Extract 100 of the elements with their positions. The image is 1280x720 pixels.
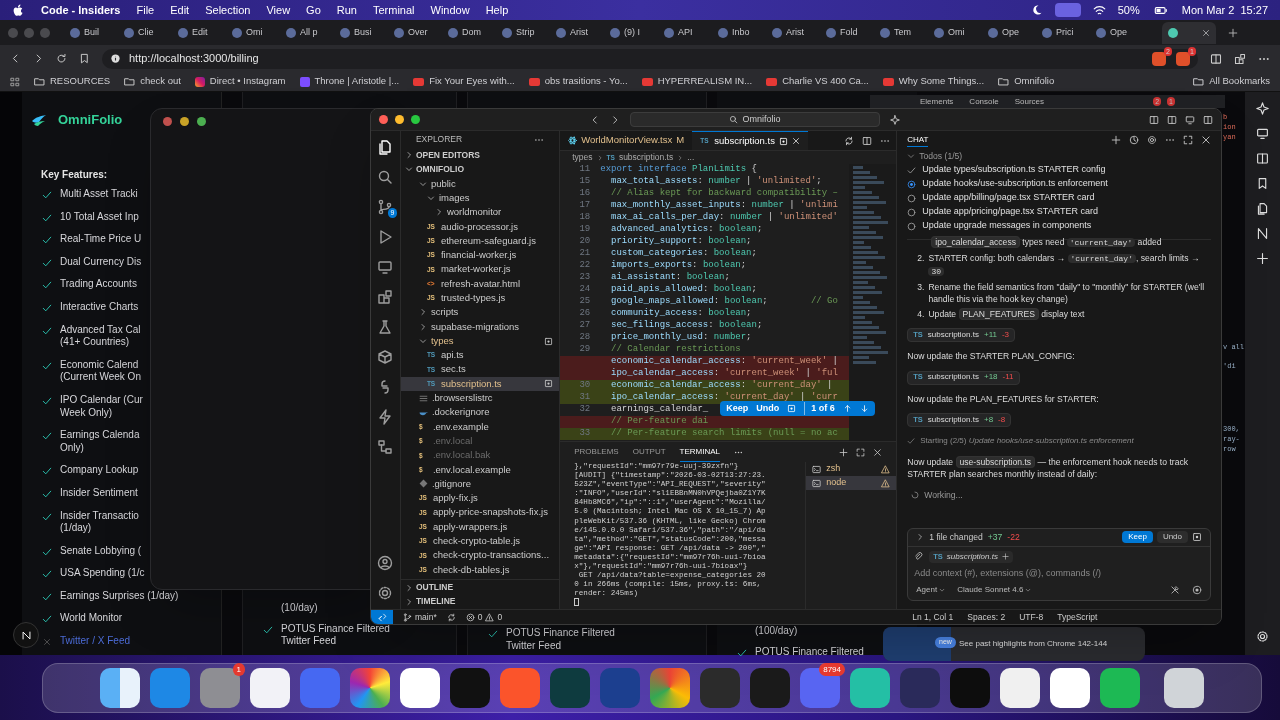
- sidebar-icon[interactable]: [1210, 52, 1222, 65]
- back-icon[interactable]: [590, 114, 600, 125]
- browser-tab[interactable]: [1162, 21, 1216, 44]
- bookmark-icon[interactable]: [1256, 177, 1269, 190]
- mode-dropdown[interactable]: Agent: [916, 584, 946, 596]
- explorer-icon[interactable]: [377, 139, 394, 155]
- devtools-tab[interactable]: Elements: [920, 96, 954, 107]
- app-icon[interactable]: [100, 668, 140, 708]
- bookmark-item[interactable]: RESOURCES: [34, 74, 111, 89]
- tree-item[interactable]: public: [400, 176, 560, 191]
- branch-indicator[interactable]: main*: [403, 610, 437, 624]
- sync-icon[interactable]: [446, 612, 456, 622]
- app-menu[interactable]: Code - Insiders: [41, 1, 121, 19]
- sparkle-icon[interactable]: [1256, 102, 1269, 115]
- browser-tab[interactable]: Strip: [496, 21, 550, 44]
- tree-item[interactable]: worldmonitor: [400, 205, 560, 220]
- browser-tab[interactable]: Prici: [1036, 21, 1090, 44]
- browser-tab[interactable]: Busi: [334, 21, 388, 44]
- moon-icon[interactable]: [1030, 4, 1043, 16]
- bookmark-item[interactable]: check out: [124, 74, 181, 89]
- diagram-icon[interactable]: [377, 439, 394, 455]
- new-terminal-icon[interactable]: [839, 447, 849, 457]
- box-icon[interactable]: [377, 349, 394, 365]
- terminal-item[interactable]: node: [806, 476, 897, 490]
- apple-icon[interactable]: [12, 3, 25, 17]
- screen-icon[interactable]: [1256, 127, 1269, 140]
- menu-item[interactable]: Window: [430, 1, 470, 19]
- reload-icon[interactable]: [56, 53, 67, 64]
- undo-button[interactable]: Undo: [756, 401, 780, 416]
- menu-item[interactable]: Go: [306, 1, 321, 19]
- tree-item[interactable]: .dockerignore: [400, 405, 560, 420]
- terminal-item[interactable]: zsh: [806, 462, 897, 476]
- section-header[interactable]: OPEN EDITORS: [400, 148, 560, 163]
- history-icon[interactable]: [1129, 135, 1139, 145]
- breadcrumb-item[interactable]: types: [572, 151, 593, 164]
- menu-item[interactable]: Terminal: [372, 1, 415, 19]
- tree-item[interactable]: types: [400, 333, 560, 349]
- remote-icon[interactable]: [377, 259, 394, 275]
- brand-name[interactable]: OmniFolio: [58, 109, 123, 130]
- browser-tab[interactable]: Dom: [442, 21, 496, 44]
- app-icon[interactable]: [1000, 668, 1040, 708]
- app-icon[interactable]: [1050, 668, 1090, 708]
- tree-item[interactable]: .gitignore: [400, 476, 560, 492]
- devtools-tab[interactable]: Sources: [1014, 96, 1045, 107]
- keep-button[interactable]: Keep: [1122, 531, 1153, 543]
- attach-icon[interactable]: [914, 552, 924, 561]
- run-debug-icon[interactable]: [377, 229, 394, 245]
- app-icon[interactable]: [350, 668, 390, 708]
- bookmark-item[interactable]: HYPERREALISM IN...: [641, 74, 753, 89]
- send-icon[interactable]: [1192, 585, 1202, 595]
- section-header[interactable]: OMNIFOLIO: [400, 162, 560, 177]
- new-tab-icon[interactable]: [1228, 27, 1238, 38]
- previous-icon[interactable]: [842, 404, 852, 413]
- panel-icon[interactable]: [1185, 114, 1195, 125]
- diff-icon[interactable]: [1192, 532, 1202, 542]
- settings-icon[interactable]: [377, 585, 394, 601]
- clock[interactable]: Mon Mar 2 15:27: [1181, 1, 1268, 19]
- bookmark-item[interactable]: Why Some Things...: [882, 74, 985, 89]
- bookmark-item[interactable]: Direct • Instagram: [194, 74, 286, 89]
- browser-tab[interactable]: Ope: [1090, 21, 1144, 44]
- menu-item[interactable]: Run: [336, 1, 357, 19]
- tree-item[interactable]: .browserslistrc: [400, 391, 560, 406]
- browser-tab[interactable]: Edit: [172, 21, 226, 44]
- app-icon[interactable]: [400, 668, 440, 708]
- browser-tab[interactable]: Clie: [118, 21, 172, 44]
- bookmark-item[interactable]: Fix Your Eyes with...: [413, 74, 515, 89]
- browser-tab[interactable]: Omi: [928, 21, 982, 44]
- control-icon[interactable]: [1054, 3, 1081, 17]
- command-center[interactable]: Omnifolio: [630, 112, 880, 127]
- tree-item[interactable]: scripts: [400, 305, 560, 320]
- status-item[interactable]: Spaces: 2: [967, 610, 1006, 624]
- browser-tab[interactable]: Inbo: [712, 21, 766, 44]
- extension-icon[interactable]: [1152, 51, 1166, 66]
- maximize-icon[interactable]: [1183, 135, 1193, 145]
- remote-indicator[interactable]: [371, 610, 393, 624]
- devtools-tab[interactable]: Console: [969, 96, 999, 107]
- browser-tab[interactable]: Fold: [820, 21, 874, 44]
- browser-tab[interactable]: (9) I: [604, 21, 658, 44]
- breadcrumb-item[interactable]: subscription.ts: [618, 151, 674, 164]
- chevron-icon[interactable]: [916, 533, 925, 541]
- breadcrumb-item[interactable]: ...: [687, 151, 695, 164]
- bookmark-item[interactable]: All Bookmarks: [1193, 74, 1270, 89]
- panel-tab[interactable]: TERMINAL: [679, 442, 721, 462]
- status-item[interactable]: TypeScript: [1057, 610, 1098, 624]
- bookmark-item[interactable]: Omnifolio: [998, 74, 1055, 89]
- forward-icon[interactable]: [610, 114, 620, 125]
- browser-tab[interactable]: Omi: [226, 21, 280, 44]
- extensions-icon[interactable]: [377, 289, 394, 305]
- panel-tab[interactable]: OUTPUT: [632, 443, 666, 461]
- tree-item[interactable]: supabase-migrations: [400, 319, 560, 334]
- bookmark-icon[interactable]: [79, 53, 90, 64]
- menu-item[interactable]: View: [266, 1, 291, 19]
- chat-input[interactable]: Add context (#), extensions (@), commands (/): [914, 566, 1204, 580]
- close-icon[interactable]: [1201, 135, 1211, 145]
- app-icon[interactable]: [1100, 668, 1140, 708]
- sidebar-icon[interactable]: [1167, 114, 1177, 125]
- next-icon[interactable]: [859, 404, 869, 413]
- tree-item[interactable]: images: [400, 190, 560, 206]
- close-icon[interactable]: [873, 447, 883, 457]
- source-control-icon[interactable]: [377, 199, 394, 215]
